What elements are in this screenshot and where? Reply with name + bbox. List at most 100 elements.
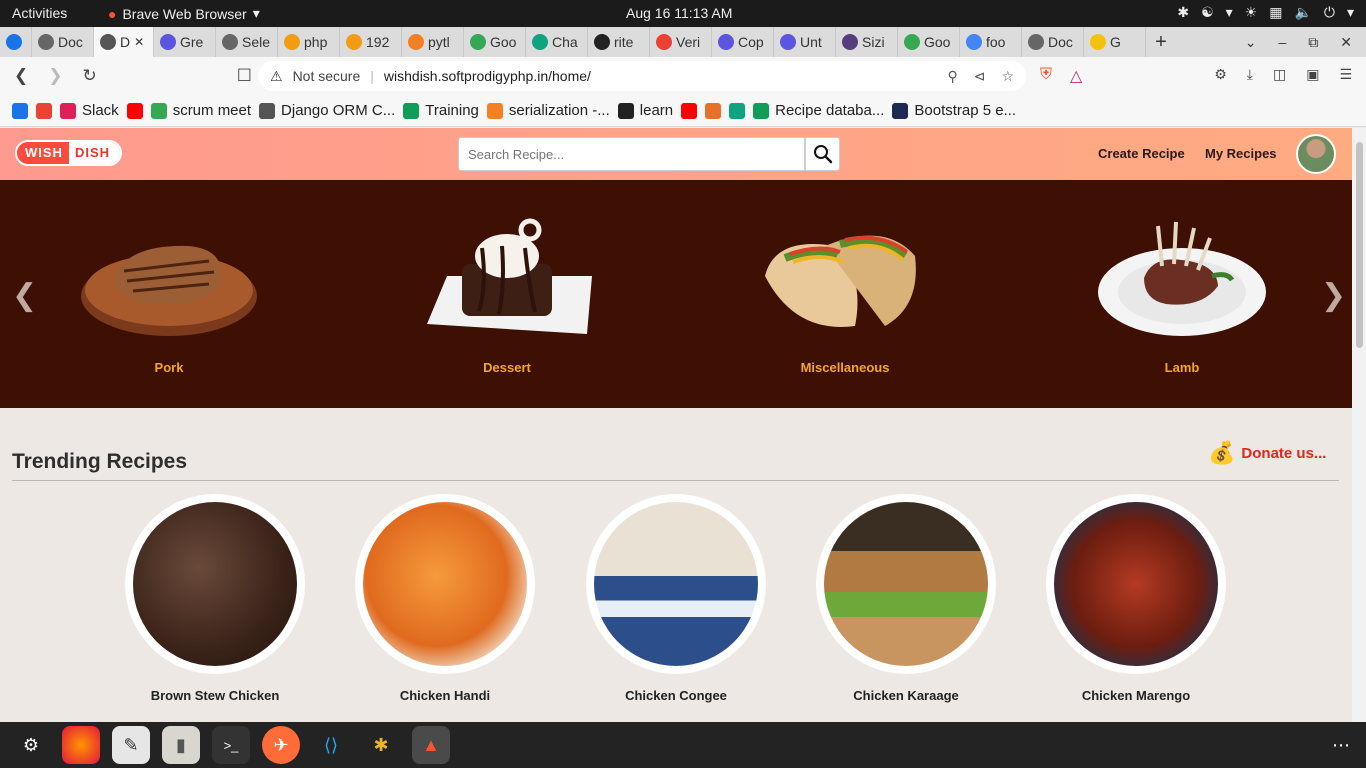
search-button[interactable] [805,137,840,171]
bookmark-item[interactable] [729,102,746,119]
back-icon[interactable]: ❮ [14,66,28,86]
browser-tab[interactable]: G [1084,27,1146,57]
recipe-card[interactable]: Brown Stew Chicken [125,494,305,703]
browser-tab[interactable]: php [278,27,340,57]
category-pork[interactable]: Pork [69,216,269,375]
browser-tab[interactable]: Doc [1022,27,1084,57]
address-bar[interactable]: ⚠ Not secure | wishdish.softprodigyphp.i… [258,61,1026,91]
browser-tab[interactable]: rite [588,27,650,57]
recipe-card[interactable]: Chicken Handi [355,494,535,703]
browser-tab[interactable]: Goo [898,27,960,57]
browser-tab[interactable]: foo [960,27,1022,57]
bookmark-item[interactable]: serialization -... [486,102,610,119]
browser-tab[interactable]: Goo [464,27,526,57]
recipe-card[interactable]: Chicken Karaage [816,494,996,703]
page-scrollbar[interactable] [1352,128,1366,722]
downloads-icon[interactable]: ⤓ [1247,66,1253,83]
browser-tab[interactable]: Unt [774,27,836,57]
show-apps-icon[interactable]: ⋯ [1322,726,1360,764]
bookmark-star-icon[interactable]: ☆ [1001,68,1014,85]
bookmark-item[interactable] [705,102,722,119]
system-tray[interactable]: ✱ ☯ ▾ ☀ ▦ 🔈 ⏻ ▾ [1177,4,1354,21]
my-recipes-link[interactable]: My Recipes [1205,146,1277,161]
browser-tab[interactable]: Cha [526,27,588,57]
bookmark-item[interactable] [126,102,143,119]
app-menu[interactable]: ● Brave Web Browser ▾ [108,5,260,22]
url-text[interactable]: wishdish.softprodigyphp.in/home/ [384,68,591,84]
bookmark-item[interactable]: Bootstrap 5 e... [892,102,1016,119]
site-logo[interactable]: WISH DISH [15,140,123,166]
close-icon[interactable]: ✕ [1340,34,1352,51]
accessibility-icon[interactable]: ☯ [1201,4,1214,21]
tab-favicon-icon [780,34,796,50]
bookmark-item[interactable]: learn [617,102,673,119]
postman-app-icon[interactable]: ✈ [262,726,300,764]
bookmark-item[interactable]: Django ORM C... [259,102,395,119]
logo-dish: DISH [68,142,121,164]
bookmark-item[interactable]: Slack [60,102,119,119]
browser-tab[interactable]: 192 [340,27,402,57]
browser-tab[interactable]: Sele [216,27,278,57]
recipe-image-frame [816,494,996,674]
tab-label: php [304,34,328,50]
files-app-icon[interactable]: ▮ [162,726,200,764]
browser-tab[interactable]: Gre [154,27,216,57]
bookmark-item[interactable] [681,102,698,119]
bookmark-icon[interactable]: ☐ [237,66,252,86]
clock[interactable]: Aug 16 11:13 AM [626,5,732,21]
terminal-app-icon[interactable]: >_ [212,726,250,764]
recipe-image-frame [355,494,535,674]
create-recipe-link[interactable]: Create Recipe [1098,146,1185,161]
avatar[interactable] [1296,134,1336,174]
category-miscellaneous[interactable]: Miscellaneous [745,216,945,375]
security-label[interactable]: Not secure [293,68,361,84]
warning-icon[interactable]: ⚠ [270,68,283,85]
bookmark-item[interactable]: Training [403,102,479,119]
activities-button[interactable]: Activities [12,5,67,21]
new-tab-button[interactable]: + [1146,31,1176,54]
brave-shields-icon[interactable]: ⛨ [1040,66,1052,86]
maximize-icon[interactable]: ⧉ [1308,34,1318,51]
firefox-app-icon[interactable] [62,726,100,764]
recipe-card[interactable]: Chicken Congee [586,494,766,703]
settings-app-icon[interactable]: ⚙ [12,726,50,764]
browser-tab[interactable]: pytl [402,27,464,57]
forward-icon[interactable]: ❯ [48,66,62,86]
extensions-icon[interactable]: ⚙ [1214,66,1227,83]
tab-label: Doc [1048,34,1073,50]
carousel-prev-icon[interactable]: ❮ [12,278,37,313]
category-lamb[interactable]: Lamb [1082,216,1282,375]
bookmark-item[interactable]: scrum meet [150,102,251,119]
slack-tray-icon[interactable]: ✱ [1177,4,1189,21]
tab-pinned[interactable] [0,27,32,57]
browser-tab[interactable]: D ✕ [94,27,154,57]
reload-icon[interactable]: ↻ [83,66,97,86]
tab-close-icon[interactable]: ✕ [134,35,144,49]
scrollbar-thumb[interactable] [1356,142,1363,348]
browser-tab[interactable]: Cop [712,27,774,57]
bookmark-item[interactable]: Recipe databa... [753,102,884,119]
slack-app-icon[interactable]: ✱ [362,726,400,764]
bookmark-item[interactable] [12,102,28,119]
donate-link[interactable]: 💰 Donate us... [1208,440,1326,466]
vscode-app-icon[interactable]: ⟨⟩ [312,726,350,764]
minimize-icon[interactable]: – [1278,34,1286,51]
recipe-card[interactable]: Chicken Marengo [1046,494,1226,703]
category-dessert[interactable]: Dessert [407,216,607,375]
tab-search-chevron-icon[interactable]: ⌄ [1245,34,1257,51]
browser-tab[interactable]: Veri [650,27,712,57]
search-input[interactable] [458,137,805,171]
share-icon[interactable]: ⊲ [974,68,986,85]
browser-tab[interactable]: Doc [32,27,94,57]
donate-label: Donate us... [1241,444,1327,462]
brave-app-icon[interactable]: ▲ [412,726,450,764]
wallet-icon[interactable]: ▣ [1306,66,1319,83]
brave-rewards-icon[interactable]: △ [1070,66,1082,86]
menu-icon[interactable]: ☰ [1339,66,1352,83]
zoom-icon[interactable]: ⚲ [947,68,957,85]
bookmark-item[interactable] [36,102,52,119]
sidebar-icon[interactable]: ◫ [1273,66,1286,83]
carousel-next-icon[interactable]: ❯ [1321,278,1346,313]
browser-tab[interactable]: Sizi [836,27,898,57]
text-editor-app-icon[interactable]: ✎ [112,726,150,764]
